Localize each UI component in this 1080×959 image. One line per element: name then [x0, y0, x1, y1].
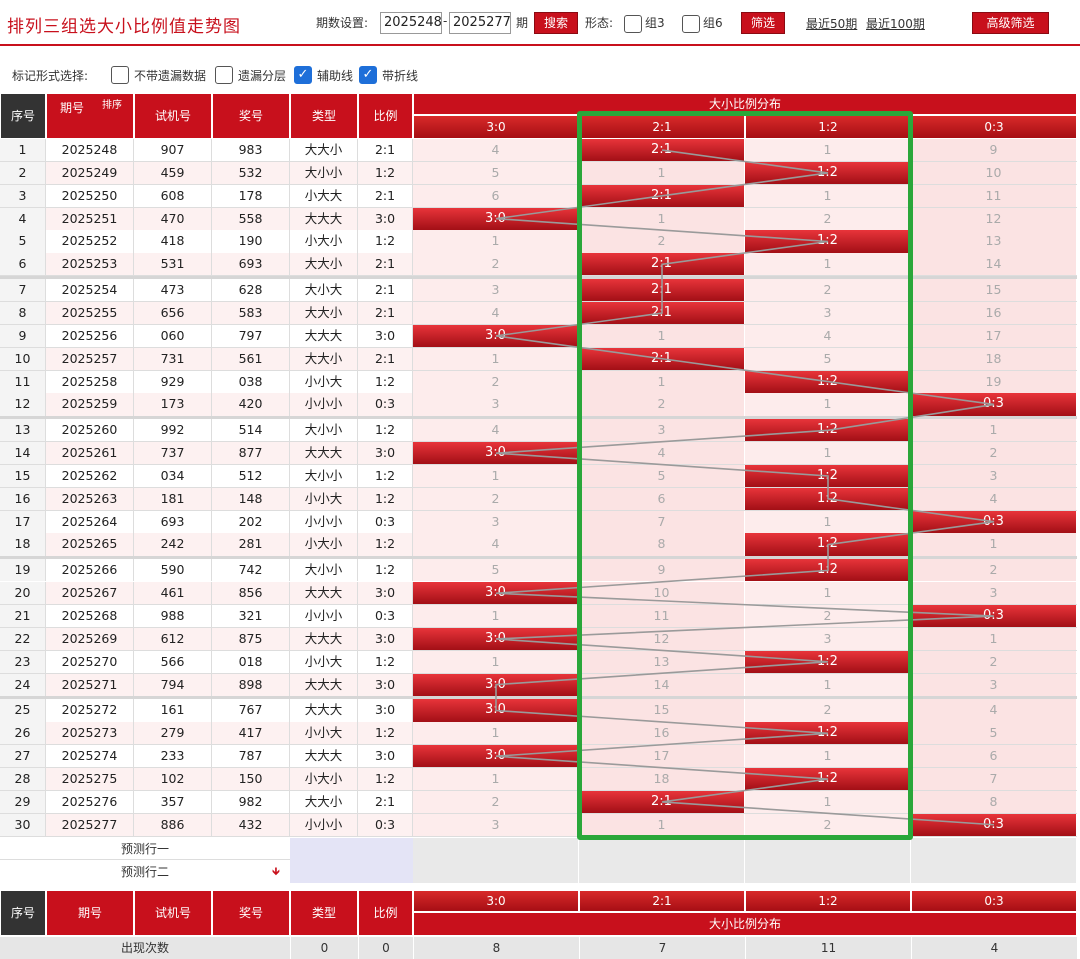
polyline-checkbox[interactable]: ✓ — [359, 66, 377, 84]
stats-value: 0 — [290, 936, 358, 959]
period-to-input[interactable]: 2025277 — [449, 12, 511, 34]
group6-label: 组6 — [703, 16, 723, 30]
predict-input-area[interactable] — [290, 837, 413, 883]
aux-line-checkbox[interactable]: ✓ — [294, 66, 312, 84]
footer-header-ratio: 比例 — [358, 889, 413, 936]
footer-dist-col-header: 0:3 — [911, 889, 1077, 912]
footer-dist-col-header: 1:2 — [745, 889, 911, 912]
predict-row-one[interactable]: 预测行一 — [0, 837, 290, 860]
search-button[interactable]: 搜索 — [534, 12, 578, 34]
footer-header-award: 奖号 — [212, 889, 290, 936]
footer-dist-col-header: 3:0 — [413, 889, 579, 912]
trend-table: 序号 期号 排序 试机号 奖号 类型 比例 大小比例分布 3:0 2:1 1:2 0:3 1 202524… — [0, 93, 1080, 959]
filter-button[interactable]: 筛选 — [741, 12, 785, 34]
marker-options-bar: 标记形式选择: 不带遗漏数据 遗漏分层 ✓ 辅助线 ✓ 带折线 — [0, 58, 1080, 91]
omission-layer-checkbox[interactable] — [215, 66, 233, 84]
stats-value: 8 — [413, 936, 579, 959]
predict-cell[interactable] — [745, 837, 910, 883]
footer-header-trial: 试机号 — [134, 889, 212, 936]
predict-row-two[interactable]: 预测行二 — [0, 860, 290, 883]
stats-value: 7 — [579, 936, 745, 959]
omission-layer-label: 遗漏分层 — [238, 69, 287, 83]
no-omission-label: 不带遗漏数据 — [134, 69, 207, 83]
stats-value: 11 — [745, 936, 911, 959]
stats-label: 出现次数 — [0, 936, 290, 959]
predict-cell[interactable] — [413, 837, 578, 883]
advanced-filter-button[interactable]: 高级筛选 — [972, 12, 1049, 34]
predict-arrow-icon[interactable]: 🡻 — [266, 861, 286, 883]
period-dash: - — [443, 14, 448, 28]
footer-dist-header: 大小比例分布 — [413, 911, 1077, 936]
trend-polyline-layer — [495, 149, 995, 826]
recent-100-link[interactable]: 最近100期 — [866, 15, 925, 32]
footer-header-issue: 期号 — [46, 889, 134, 936]
no-omission-checkbox[interactable] — [111, 66, 129, 84]
aux-line-label: 辅助线 — [317, 69, 354, 83]
period-from-input[interactable]: 2025248 — [380, 12, 442, 34]
marker-options-label: 标记形式选择: — [12, 69, 89, 83]
group6-checkbox[interactable] — [682, 15, 700, 33]
group3-label: 组3 — [645, 16, 665, 30]
trend-polyline — [495, 149, 995, 826]
footer-header-type: 类型 — [290, 889, 358, 936]
footer-header-seq: 序号 — [0, 889, 46, 936]
footer-dist-col-header: 2:1 — [579, 889, 745, 912]
top-toolbar: 排列三组选大小比例值走势图 期数设置: 2025248 - 2025277 期 … — [0, 0, 1080, 46]
stats-value: 0 — [358, 936, 413, 959]
stats-value: 4 — [911, 936, 1077, 959]
form-label: 形态: — [585, 16, 614, 30]
predict-cell[interactable] — [911, 837, 1076, 883]
period-unit: 期 — [516, 16, 529, 30]
polyline-label: 带折线 — [382, 69, 419, 83]
predict-cell[interactable] — [579, 837, 744, 883]
period-label: 期数设置: — [316, 16, 369, 30]
page-title: 排列三组选大小比例值走势图 — [7, 17, 241, 37]
group3-checkbox[interactable] — [624, 15, 642, 33]
recent-50-link[interactable]: 最近50期 — [806, 15, 857, 32]
